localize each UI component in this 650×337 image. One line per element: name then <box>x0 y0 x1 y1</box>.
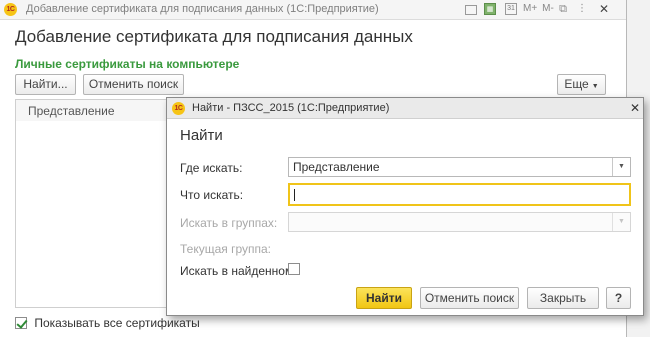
chevron-down-icon: ▼ <box>591 83 599 90</box>
show-all-label: Показывать все сертификаты <box>34 315 200 330</box>
close-icon[interactable]: ✕ <box>598 3 610 15</box>
more-button-label: Еще <box>564 77 589 91</box>
chevron-down-icon: ▼ <box>612 213 630 231</box>
page-title: Добавление сертификата для подписания да… <box>15 27 413 46</box>
printer-icon[interactable] <box>465 5 477 15</box>
dialog-heading: Найти <box>180 127 223 144</box>
find-dialog: 1С Найти - ПЗСС_2015 (1С:Предприятие) ✕ … <box>166 97 644 316</box>
search-in-found-checkbox[interactable] <box>288 263 300 275</box>
app-logo-icon: 1С <box>172 102 185 115</box>
groups-label: Искать в группах: <box>180 216 278 230</box>
more-icon[interactable]: ⋮ <box>576 3 588 15</box>
memory-minus-icon[interactable]: M- <box>542 3 554 15</box>
current-group-label: Текущая группа: <box>180 242 272 256</box>
search-in-found-label: Искать в найденном: <box>180 264 297 278</box>
section-label: Личные сертификаты на компьютере <box>15 57 240 71</box>
dialog-titlebar: 1С Найти - ПЗСС_2015 (1С:Предприятие) ✕ <box>167 98 643 119</box>
app-logo-icon: 1С <box>4 3 17 16</box>
find-button[interactable]: Найти... <box>15 74 76 95</box>
what-label: Что искать: <box>180 188 244 202</box>
window-title: Добавление сертификата для подписания да… <box>26 3 379 15</box>
where-value: Представление <box>293 160 380 174</box>
link-icon[interactable]: ⧉ <box>557 3 569 15</box>
chevron-down-icon[interactable]: ▼ <box>612 158 630 176</box>
find-dialog-cancel-search-button[interactable]: Отменить поиск <box>420 287 519 309</box>
what-input[interactable] <box>288 183 631 206</box>
cancel-search-button[interactable]: Отменить поиск <box>83 74 184 95</box>
where-select[interactable]: Представление ▼ <box>288 157 631 177</box>
where-label: Где искать: <box>180 161 243 175</box>
more-button[interactable]: Еще ▼ <box>557 74 606 95</box>
column-header-representation[interactable]: Представление <box>28 104 115 118</box>
memory-plus-icon[interactable]: M+ <box>523 3 537 15</box>
main-titlebar: 1С Добавление сертификата для подписания… <box>0 0 626 20</box>
show-all-checkbox[interactable] <box>15 316 27 329</box>
calendar-icon[interactable]: 31 <box>505 3 517 15</box>
text-cursor <box>294 188 295 201</box>
dialog-title: Найти - ПЗСС_2015 (1С:Предприятие) <box>192 102 390 114</box>
find-dialog-find-button[interactable]: Найти <box>356 287 412 309</box>
show-all-certificates[interactable]: Показывать все сертификаты <box>15 315 200 331</box>
help-button[interactable]: ? <box>606 287 631 309</box>
groups-select: ▼ <box>288 212 631 232</box>
close-icon[interactable]: ✕ <box>630 101 640 115</box>
grid-icon[interactable]: ▦ <box>484 3 496 15</box>
find-dialog-close-button[interactable]: Закрыть <box>527 287 599 309</box>
